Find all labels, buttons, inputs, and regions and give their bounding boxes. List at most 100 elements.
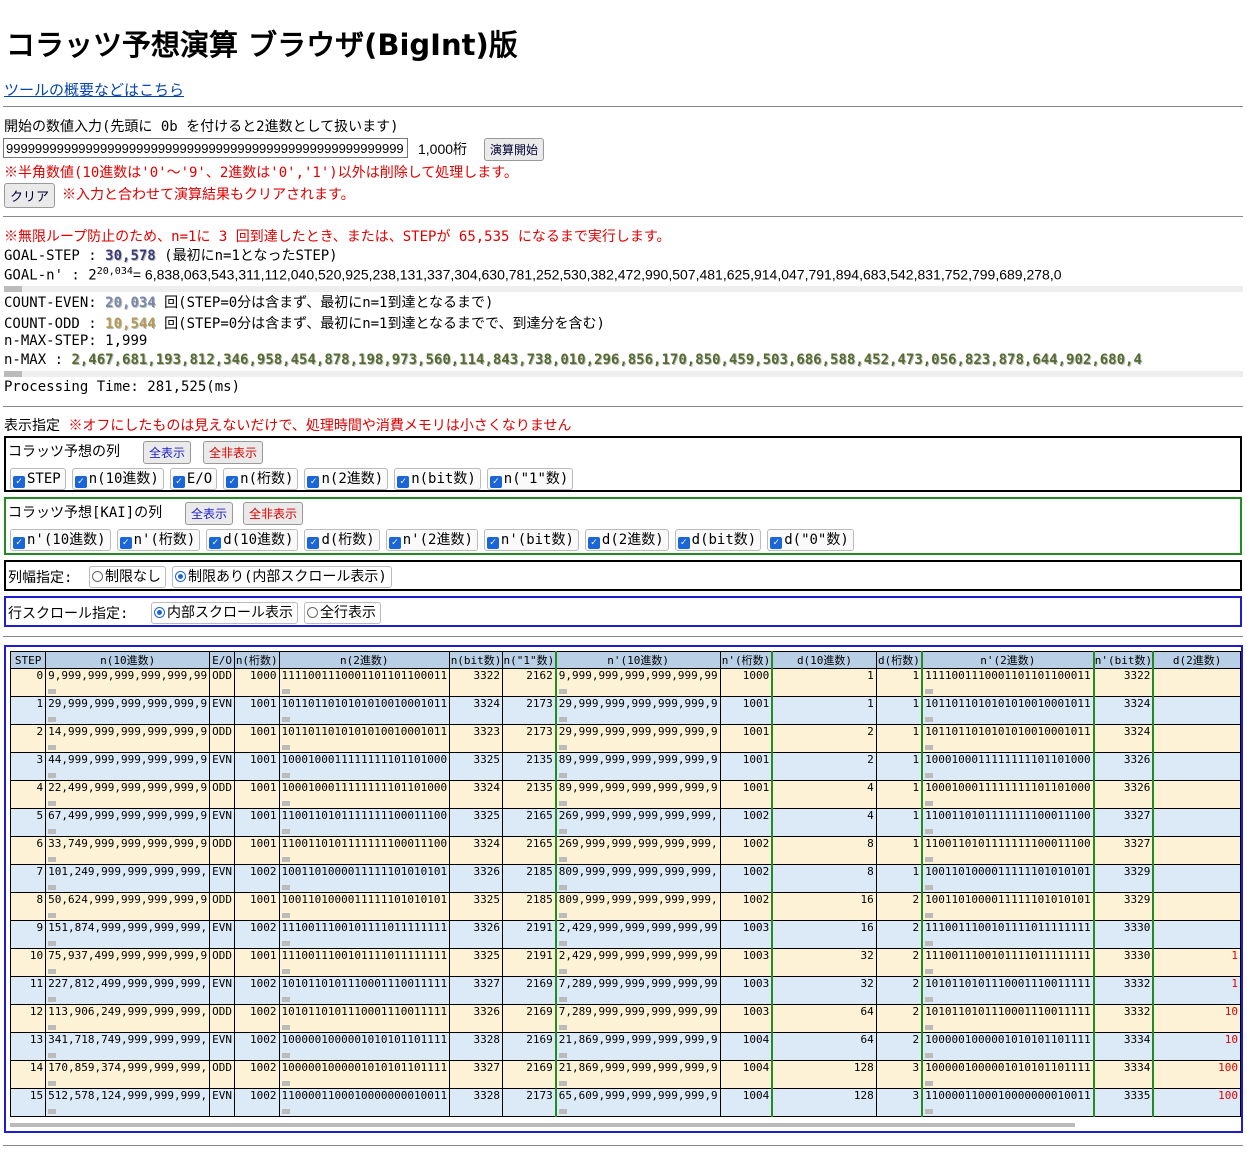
collatz-show-all-button[interactable]: 全表示 — [143, 441, 192, 464]
kai-show-all-button[interactable]: 全表示 — [185, 502, 234, 525]
kai-col-checkbox-8[interactable]: ✓ d("0"数) — [767, 529, 854, 551]
cell-scrollbar[interactable] — [281, 941, 290, 946]
cell-scrollbar[interactable] — [925, 801, 934, 806]
col-width-limited-radio[interactable]: 制限あり(内部スクロール表示) — [172, 566, 392, 588]
cell-scrollbar[interactable] — [48, 913, 57, 918]
collatz-hide-all-button[interactable]: 全非表示 — [203, 441, 264, 464]
kai-col-checkbox-5[interactable]: ✓ n'(bit数) — [483, 529, 579, 551]
cell-scrollbar[interactable] — [558, 913, 567, 918]
cell-scrollbar[interactable] — [281, 969, 290, 974]
cell-scrollbar[interactable] — [558, 857, 567, 862]
cell-scrollbar[interactable] — [925, 689, 934, 694]
cell-scrollbar[interactable] — [558, 941, 567, 946]
cell-scrollbar[interactable] — [48, 689, 57, 694]
cell-scrollbar[interactable] — [48, 885, 57, 890]
cell-scrollbar[interactable] — [558, 997, 567, 1002]
cell-scrollbar[interactable] — [558, 1025, 567, 1030]
kai-col-checkbox-2[interactable]: ✓ d(10進数) — [206, 529, 299, 551]
kai-col-checkbox-0[interactable]: ✓ n'(10進数) — [10, 529, 111, 551]
nmax-scrollbar[interactable] — [4, 371, 1243, 377]
cell-scrollbar[interactable] — [281, 801, 290, 806]
cell-scrollbar[interactable] — [925, 941, 934, 946]
clear-button[interactable]: クリア — [4, 183, 56, 208]
cell-scrollbar[interactable] — [558, 1109, 567, 1114]
collatz-col-checkbox-6[interactable]: ✓ n("1"数) — [486, 468, 574, 490]
col-width-unlimited-radio[interactable]: 制限なし — [89, 566, 166, 588]
cell-scrollbar[interactable] — [281, 745, 290, 750]
cell-scrollbar[interactable] — [558, 689, 567, 694]
cell-scrollbar[interactable] — [558, 745, 567, 750]
start-number-input[interactable]: 9999999999999999999999999999999999999999… — [3, 138, 408, 158]
cell-scrollbar[interactable] — [925, 969, 934, 974]
cell-scrollbar[interactable] — [558, 1081, 567, 1086]
table-cell: 7,289,999,999,999,999,99 — [554, 976, 721, 1005]
cell-scrollbar[interactable] — [925, 913, 934, 918]
cell-scrollbar[interactable] — [281, 1109, 290, 1114]
cell-scrollbar[interactable] — [48, 857, 57, 862]
table-horizontal-scrollbar[interactable] — [10, 1123, 1075, 1127]
cell-scrollbar[interactable] — [48, 717, 57, 722]
collatz-col-checkbox-1[interactable]: ✓ n(10進数) — [71, 468, 164, 490]
cell-scrollbar[interactable] — [925, 717, 934, 722]
cell-scrollbar[interactable] — [925, 997, 934, 1002]
cell-scrollbar[interactable] — [281, 689, 290, 694]
cell-scrollbar[interactable] — [281, 1025, 290, 1030]
cell-scrollbar[interactable] — [281, 997, 290, 1002]
cell-scrollbar[interactable] — [925, 773, 934, 778]
cell-scrollbar[interactable] — [558, 717, 567, 722]
cell-scrollbar[interactable] — [925, 1081, 934, 1086]
kai-col-checkbox-3[interactable]: ✓ d(桁数) — [304, 529, 380, 551]
collatz-col-checkbox-5[interactable]: ✓ n(bit数) — [394, 468, 481, 490]
row-scroll-all-radio[interactable]: 全行表示 — [304, 602, 381, 624]
table-cell: 1002 — [234, 1032, 280, 1061]
cell-scrollbar[interactable] — [48, 1081, 57, 1086]
kai-col-checkbox-1[interactable]: ✓ n'(桁数) — [116, 529, 201, 551]
row-scroll-internal-radio[interactable]: 内部スクロール表示 — [151, 602, 298, 624]
cell-scrollbar[interactable] — [558, 1053, 567, 1058]
cell-scrollbar[interactable] — [925, 829, 934, 834]
cell-scrollbar[interactable] — [925, 885, 934, 890]
cell-scrollbar[interactable] — [281, 885, 290, 890]
cell-scrollbar[interactable] — [281, 1081, 290, 1086]
cell-scrollbar[interactable] — [48, 1109, 57, 1114]
cell-scrollbar[interactable] — [281, 717, 290, 722]
cell-scrollbar[interactable] — [925, 1053, 934, 1058]
collatz-col-checkbox-0[interactable]: ✓ STEP — [10, 468, 66, 490]
cell-scrollbar[interactable] — [281, 773, 290, 778]
cell-scrollbar[interactable] — [925, 857, 934, 862]
overview-link[interactable]: ツールの概要などはこちら — [4, 79, 184, 100]
kai-col-checkbox-7[interactable]: ✓ d(bit数) — [674, 529, 762, 551]
cell-scrollbar[interactable] — [925, 745, 934, 750]
collatz-col-checkbox-2[interactable]: ✓ E/O — [169, 468, 218, 490]
cell-scrollbar[interactable] — [558, 829, 567, 834]
cell-scrollbar[interactable] — [281, 1053, 290, 1058]
cell-scrollbar[interactable] — [558, 801, 567, 806]
cell-scrollbar[interactable] — [48, 745, 57, 750]
cell-scrollbar[interactable] — [48, 1025, 57, 1030]
table-cell: 3332 — [1092, 1004, 1154, 1033]
kai-col-checkbox-4[interactable]: ✓ n'(2進数) — [385, 529, 478, 551]
cell-scrollbar[interactable] — [281, 913, 290, 918]
collatz-col-checkbox-4[interactable]: ✓ n(2進数) — [304, 468, 389, 490]
cell-scrollbar[interactable] — [48, 1053, 57, 1058]
cell-scrollbar[interactable] — [281, 829, 290, 834]
cell-scrollbar[interactable] — [48, 969, 57, 974]
cell-scrollbar[interactable] — [281, 857, 290, 862]
cell-scrollbar[interactable] — [558, 773, 567, 778]
kai-hide-all-button[interactable]: 全非表示 — [243, 502, 304, 525]
cell-scrollbar[interactable] — [925, 1025, 934, 1030]
collatz-col-checkbox-3[interactable]: ✓ n(桁数) — [223, 468, 299, 490]
cell-scrollbar[interactable] — [48, 941, 57, 946]
cell-scrollbar[interactable] — [48, 801, 57, 806]
cell-scrollbar[interactable] — [48, 829, 57, 834]
cell-scrollbar[interactable] — [925, 1109, 934, 1114]
cell-scrollbar[interactable] — [558, 885, 567, 890]
cell-scrollbar[interactable] — [558, 969, 567, 974]
table-cell: 2169 — [502, 1004, 557, 1033]
kai-col-checkbox-6[interactable]: ✓ d(2進数) — [584, 529, 669, 551]
goal-step-row: GOAL-STEP : 30,578 (最初にn=1となったSTEP) — [4, 245, 338, 265]
result-table-container[interactable]: STEP n(10進数) E/O n(桁数) n(2進数) n(bit数) n("1"数) n… — [4, 645, 1243, 1133]
cell-scrollbar[interactable] — [48, 997, 57, 1002]
run-button[interactable]: 演算開始 — [484, 138, 545, 161]
cell-scrollbar[interactable] — [48, 773, 57, 778]
